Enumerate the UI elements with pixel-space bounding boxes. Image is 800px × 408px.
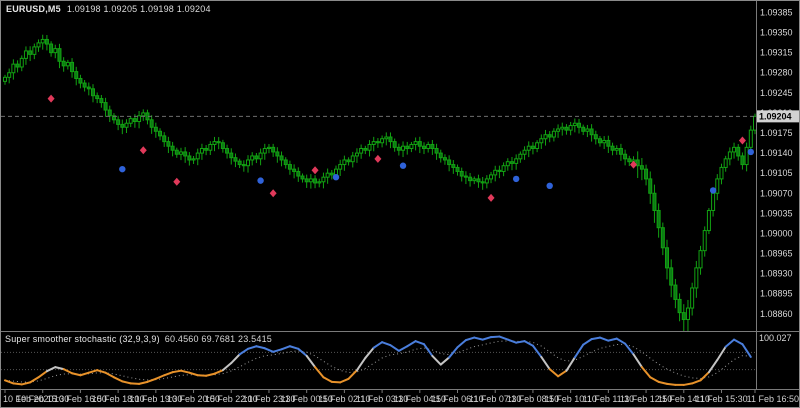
- svg-text:100.027: 100.027: [759, 333, 792, 343]
- indicator-scale-label: 100.027: [759, 333, 792, 343]
- svg-text:1.08965: 1.08965: [760, 249, 793, 259]
- svg-text:1.09035: 1.09035: [760, 208, 793, 218]
- candles-layer: [3, 34, 757, 332]
- stochastic-line: [4, 335, 752, 386]
- chart-window: EURUSD,M5 1.09198 1.09205 1.09198 1.09204…: [0, 0, 800, 408]
- chart-canvas[interactable]: 1.09385 1.09350 1.09315 1.09280 1.09245 1.092…: [1, 1, 800, 408]
- svg-text:1.09280: 1.09280: [760, 68, 793, 78]
- svg-text:1.09105: 1.09105: [760, 168, 793, 178]
- svg-text:1.08930: 1.08930: [760, 269, 793, 279]
- svg-text:1.09350: 1.09350: [760, 28, 793, 38]
- pane-dividers: [1, 1, 799, 390]
- svg-text:1.09175: 1.09175: [760, 128, 793, 138]
- svg-text:1.08860: 1.08860: [760, 309, 793, 319]
- time-axis-labels: 10 Feb 202010 Feb 15:3010 Feb 16:5010 Fe…: [3, 394, 799, 404]
- price-axis-labels: 1.09385 1.09350 1.09315 1.09280 1.09245 1.092…: [760, 7, 793, 318]
- svg-text:1.09245: 1.09245: [760, 88, 793, 98]
- svg-text:11 Feb 16:50: 11 Feb 16:50: [747, 394, 799, 404]
- svg-text:11 Feb 15:30: 11 Feb 15:30: [695, 394, 747, 404]
- svg-text:1.09000: 1.09000: [760, 228, 793, 238]
- svg-text:1.09140: 1.09140: [760, 148, 793, 158]
- red-diamond-markers: [47, 94, 746, 202]
- time-axis-ticks: [4, 390, 756, 393]
- svg-text:1.09385: 1.09385: [760, 7, 793, 17]
- svg-text:1.09070: 1.09070: [760, 188, 793, 198]
- svg-text:1.08895: 1.08895: [760, 289, 793, 299]
- svg-text:1.09204: 1.09204: [759, 111, 792, 121]
- current-price-badge: 1.09204: [756, 110, 799, 123]
- svg-text:1.09315: 1.09315: [760, 48, 793, 58]
